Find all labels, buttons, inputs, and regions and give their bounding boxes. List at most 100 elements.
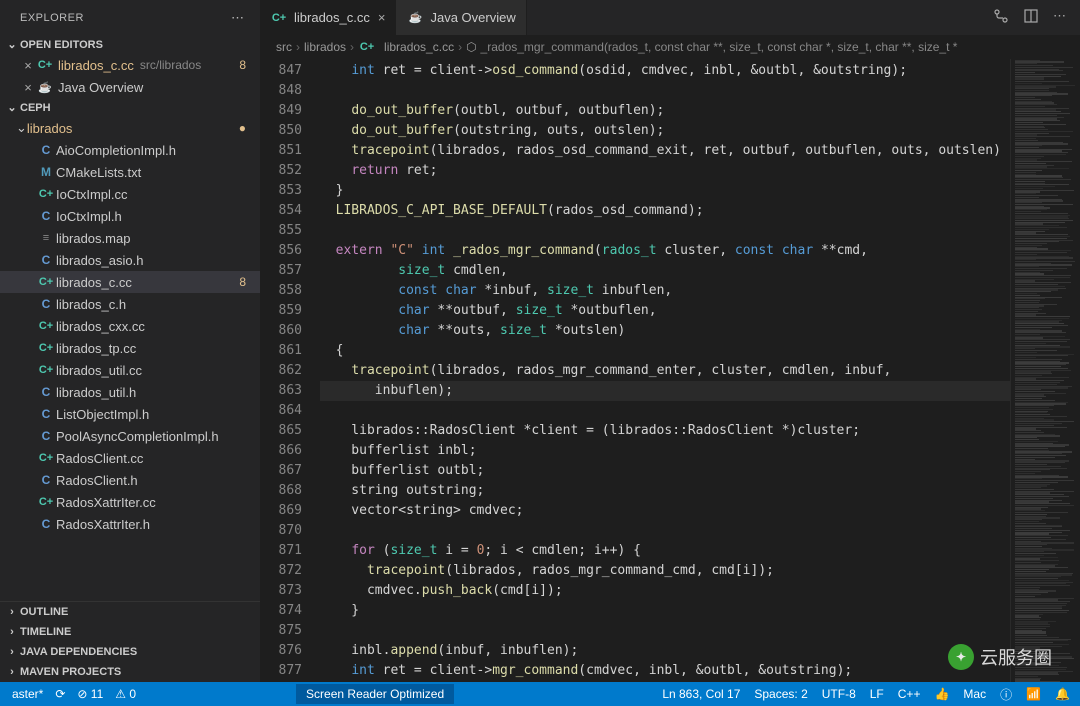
sidebar-more-icon[interactable]: ⋯ — [231, 10, 244, 26]
file-icon: C — [36, 143, 56, 157]
badge: 8 — [239, 58, 246, 72]
file-name: librados_cxx.cc — [56, 319, 145, 334]
file-name: librados_asio.h — [56, 253, 143, 268]
file-icon: C — [36, 473, 56, 487]
file-path: src/librados — [140, 58, 201, 72]
cursor-position[interactable]: Ln 863, Col 17 — [662, 687, 740, 701]
code-editor[interactable]: 8478488498508518528538548558568578588598… — [260, 59, 1080, 682]
editor-tab[interactable]: ☕ Java Overview — [396, 0, 526, 35]
git-branch[interactable]: aster* — [8, 687, 43, 701]
file-icon: C+ — [36, 188, 56, 200]
file-icon: C — [36, 209, 56, 223]
screen-reader-status[interactable]: Screen Reader Optimized — [296, 684, 454, 704]
file-icon: C+ — [36, 364, 56, 376]
file-item[interactable]: ≡librados.map — [0, 227, 260, 249]
file-item[interactable]: C+librados_util.cc — [0, 359, 260, 381]
sync-button[interactable]: ⟳ — [55, 687, 65, 701]
file-item[interactable]: CListObjectImpl.h — [0, 403, 260, 425]
cpp-file-icon: C+ — [358, 41, 376, 53]
file-name: IoCtxImpl.h — [56, 209, 122, 224]
chevron-down-icon: ⌄ — [16, 120, 27, 136]
section-open-editors[interactable]: ⌄ OPEN EDITORS — [0, 35, 260, 54]
file-icon: C+ — [36, 496, 56, 508]
file-item[interactable]: CPoolAsyncCompletionImpl.h — [0, 425, 260, 447]
file-item[interactable]: C+IoCtxImpl.cc — [0, 183, 260, 205]
file-label: Java Overview — [58, 80, 143, 95]
encoding[interactable]: UTF-8 — [822, 687, 856, 701]
file-item[interactable]: C+librados_c.cc8 — [0, 271, 260, 293]
file-icon: C+ — [36, 452, 56, 464]
file-item[interactable]: CAioCompletionImpl.h — [0, 139, 260, 161]
file-name: IoCtxImpl.cc — [56, 187, 128, 202]
editor-more-icon[interactable]: ⋯ — [1053, 8, 1066, 27]
file-item[interactable]: C+RadosXattrIter.cc — [0, 491, 260, 513]
file-icon: ≡ — [36, 232, 56, 244]
file-item[interactable]: MCMakeLists.txt — [0, 161, 260, 183]
file-name: librados.map — [56, 231, 130, 246]
eol[interactable]: LF — [870, 687, 884, 701]
line-gutter: 8478488498508518528538548558568578588598… — [260, 59, 320, 682]
folder-librados[interactable]: ⌄ librados ● — [0, 117, 260, 139]
section-outline[interactable]: ›OUTLINE — [0, 602, 260, 622]
file-icon: C — [36, 429, 56, 443]
broadcast-icon[interactable]: 📶 — [1026, 687, 1041, 701]
file-icon: C — [36, 253, 56, 267]
tabs-bar: C+librados_c.cc× ☕ Java Overview ⋯ — [260, 0, 1080, 35]
file-icon: C — [36, 297, 56, 311]
chevron-right-icon: › — [4, 666, 20, 678]
bell-icon[interactable]: 🔔 — [1055, 687, 1070, 701]
file-name: librados_c.h — [56, 297, 126, 312]
close-icon[interactable]: × — [20, 80, 36, 95]
status-bar: aster* ⟳ ⊘ 11 ⚠ 0 Screen Reader Optimize… — [0, 682, 1080, 706]
file-item[interactable]: CIoCtxImpl.h — [0, 205, 260, 227]
cpp-file-icon: C+ — [36, 59, 54, 71]
file-name: RadosXattrIter.h — [56, 517, 150, 532]
section-java-deps[interactable]: ›JAVA DEPENDENCIES — [0, 642, 260, 662]
errors-count[interactable]: ⊘ 11 — [77, 687, 103, 701]
file-name: librados_util.cc — [56, 363, 142, 378]
open-editor-item[interactable]: ×C+librados_c.ccsrc/librados8 — [0, 54, 260, 76]
os-indicator[interactable]: Mac — [963, 687, 986, 701]
section-project[interactable]: ⌄ CEPH — [0, 98, 260, 117]
file-item[interactable]: C+RadosClient.cc — [0, 447, 260, 469]
section-timeline[interactable]: ›TIMELINE — [0, 622, 260, 642]
indentation[interactable]: Spaces: 2 — [754, 687, 807, 701]
file-item[interactable]: C+librados_tp.cc — [0, 337, 260, 359]
file-name: CMakeLists.txt — [56, 165, 141, 180]
code-content[interactable]: int ret = client->osd_command(osdid, cmd… — [320, 59, 1010, 682]
file-item[interactable]: C+librados_cxx.cc — [0, 315, 260, 337]
file-item[interactable]: Clibrados_asio.h — [0, 249, 260, 271]
compare-changes-icon[interactable] — [993, 8, 1009, 27]
open-editor-item[interactable]: ×☕Java Overview — [0, 76, 260, 98]
file-name: librados_util.h — [56, 385, 136, 400]
file-icon: C+ — [36, 320, 56, 332]
file-item[interactable]: Clibrados_util.h — [0, 381, 260, 403]
file-name: ListObjectImpl.h — [56, 407, 149, 422]
java-icon: ☕ — [406, 11, 424, 24]
folder-badge: ● — [239, 121, 246, 135]
close-icon[interactable]: × — [20, 58, 36, 73]
file-item[interactable]: CRadosClient.h — [0, 469, 260, 491]
file-icon: M — [36, 165, 56, 179]
language-mode[interactable]: C++ — [898, 687, 921, 701]
chevron-right-icon: › — [4, 626, 20, 638]
file-name: RadosClient.h — [56, 473, 138, 488]
info-icon[interactable]: ⓘ — [1000, 686, 1012, 703]
feedback-icon[interactable]: 👍 — [934, 687, 949, 701]
file-icon: C — [36, 407, 56, 421]
badge: 8 — [239, 275, 246, 289]
sidebar-title: EXPLORER — [20, 12, 84, 24]
file-icon: C — [36, 385, 56, 399]
section-maven[interactable]: ›MAVEN PROJECTS — [0, 662, 260, 682]
tab-label: Java Overview — [430, 10, 515, 25]
warnings-count[interactable]: ⚠ 0 — [115, 687, 136, 701]
editor-tab[interactable]: C+librados_c.cc× — [260, 0, 396, 35]
split-editor-icon[interactable] — [1023, 8, 1039, 27]
close-icon[interactable]: × — [378, 10, 386, 25]
minimap[interactable] — [1010, 59, 1080, 682]
file-item[interactable]: CRadosXattrIter.h — [0, 513, 260, 535]
chevron-right-icon: › — [4, 606, 20, 618]
file-item[interactable]: Clibrados_c.h — [0, 293, 260, 315]
file-name: librados_tp.cc — [56, 341, 136, 356]
breadcrumb[interactable]: src› librados› C+ librados_c.cc› ⬡ _rado… — [260, 35, 1080, 59]
